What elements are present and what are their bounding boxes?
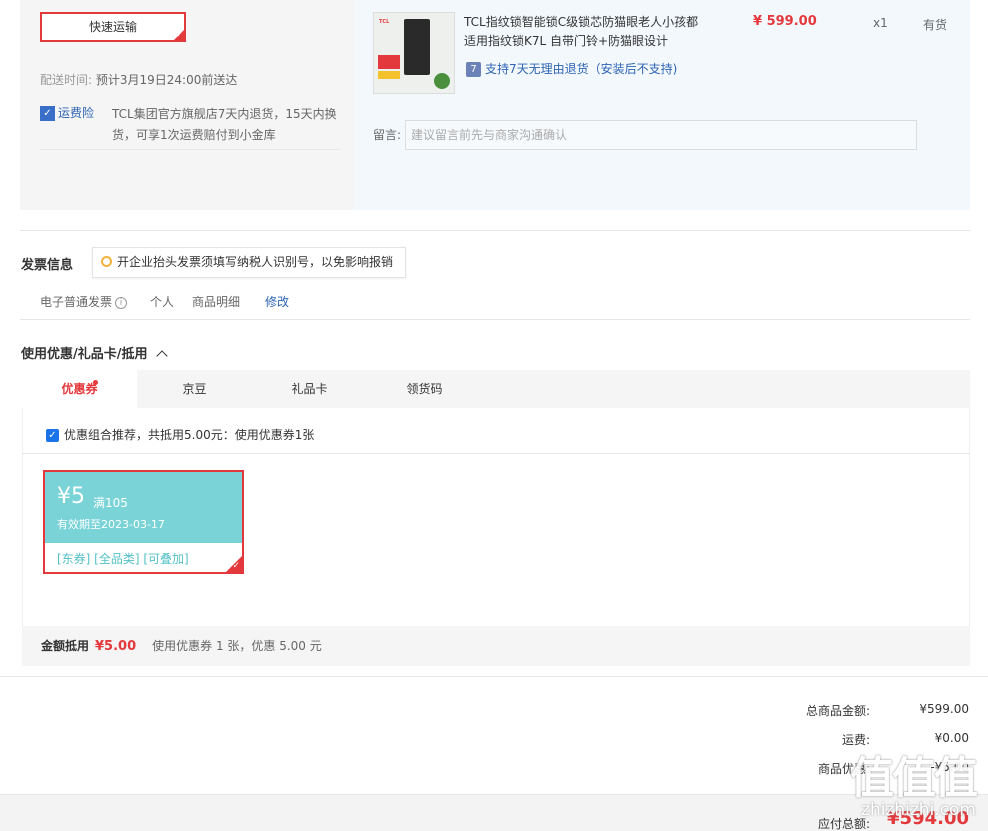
delivery-time-value: 预计3月19日24:00前送达 [95,73,238,87]
note-label: 留言: [373,128,402,142]
promo-tag-image [378,55,400,69]
note-input[interactable]: 建议留言前先与商家沟通确认 [405,120,917,150]
coupon-expiry: 有效期至2023-03-17 [57,518,165,531]
summary-amount: ¥5.00 [95,639,137,654]
shield-icon: ✓ [40,106,55,121]
product-title[interactable]: TCL指纹锁智能锁C级锁芯防猫眼老人小孩都 适用指纹锁K7L 自带门铃+防猫眼设… [464,13,714,51]
divider [22,453,970,454]
watermark-logo: 值值值 [850,753,978,804]
insurance-desc-line1: TCL集团官方旗舰店7天内退货，15天内换 [112,107,337,121]
invoice-tip-text: 开企业抬头发票须填写纳税人识别号，以免影响报销 [117,255,394,269]
shipping-insurance[interactable]: ✓ 运费险 [40,104,94,121]
summary-label: 金额抵用 [41,639,90,653]
summary-desc: 使用优惠券 1 张，优惠 5.00 元 [152,639,322,653]
product-stock: 有货 [923,18,948,32]
lightbulb-icon [101,256,112,267]
tab-jingdou[interactable]: 京豆 [137,370,252,408]
shipping-method-label: 快速运输 [88,20,137,34]
invoice-content: 商品明细 [192,295,241,309]
check-icon: ✓ [176,30,183,39]
coupon-section-title: 使用优惠/礼品卡/抵用 [21,347,148,362]
delivery-time-label: 配送时间: [40,73,93,87]
invoice-type: 电子普通发票 i [40,293,128,310]
combo-recommend[interactable]: ✓ 优惠组合推荐，共抵用5.00元：使用优惠券1张 [46,426,314,443]
goods-total-value: ¥599.00 [919,702,969,716]
new-dot-badge [93,380,98,385]
check-icon: ✓ [232,561,240,571]
coupon-condition: 满105 [93,496,128,510]
shipping-fee-label: 运费: [841,733,870,747]
product-quantity: x1 [873,16,888,30]
info-icon[interactable]: i [115,296,128,309]
return-policy: 7 支持7天无理由退货（安装后不支持) [466,60,677,77]
coupon-amount: ¥5 [57,484,85,509]
product-title-line2[interactable]: 适用指纹锁K7L 自带门铃+防猫眼设计 [464,32,714,51]
divider [40,149,340,150]
insurance-desc-line2: 货，可享1次运费赔付到小金库 [112,128,276,142]
payable-label: 应付总额: [817,817,870,831]
discount-label: 商品优惠: [817,762,870,776]
coupon-tabs: 优惠券 京豆 礼品卡 领货码 [22,370,970,408]
combo-text: 优惠组合推荐，共抵用5.00元：使用优惠券1张 [64,428,315,442]
tab-redeem-code[interactable]: 领货码 [367,370,482,408]
invoice-type-text: 电子普通发票 [40,295,113,309]
goods-total-label: 总商品金额: [805,704,870,718]
insurance-desc: TCL集团官方旗舰店7天内退货，15天内换 货，可享1次运费赔付到小金库 [112,104,342,146]
product-price: ¥ 599.00 [753,14,817,29]
invoice-title: 发票信息 [21,258,74,273]
invoice-tip: 开企业抬头发票须填写纳税人识别号，以免影响报销 [92,247,406,278]
invoice-edit-link[interactable]: 修改 [265,293,289,310]
seven-day-return-icon: 7 [466,62,481,77]
product-title-line1[interactable]: TCL指纹锁智能锁C级锁芯防猫眼老人小孩都 [464,13,714,32]
shipping-method-button[interactable]: 快速运输 ✓ [40,12,186,42]
delivery-time: 配送时间: 预计3月19日24:00前送达 [40,71,237,88]
lock-image [404,19,430,75]
product-thumbnail[interactable]: TCL [373,12,455,94]
divider [0,676,988,677]
return-policy-text: 支持7天无理由退货（安装后不支持) [485,62,678,76]
tab-gift-card[interactable]: 礼品卡 [252,370,367,408]
divider [20,230,970,231]
tab-coupons-label: 优惠券 [61,382,98,396]
coupon-summary-bar: 金额抵用 ¥5.00 使用优惠券 1 张，优惠 5.00 元 [22,626,970,666]
insurance-link[interactable]: 运费险 [58,106,94,120]
watermark-site: zhizhizhi.com [861,800,976,820]
thumbnail-brand: TCL [379,19,390,25]
coupon-card[interactable]: ¥5 满105 有效期至2023-03-17 [东券] [全品类] [可叠加] … [43,470,244,574]
coupon-section-toggle[interactable]: 使用优惠/礼品卡/抵用 [21,343,168,362]
promo-tag-image [378,71,400,79]
plant-image [434,73,450,89]
tab-coupons[interactable]: 优惠券 [22,370,137,408]
coupon-tags: [东券] [全品类] [可叠加] [57,552,189,566]
combo-checkbox[interactable]: ✓ [46,429,59,442]
divider [20,319,970,320]
chevron-up-icon[interactable] [156,350,168,362]
checkout-page: 快速运输 ✓ 配送时间: 预计3月19日24:00前送达 ✓ 运费险 TCL集团官… [0,0,988,831]
invoice-holder: 个人 [150,295,175,309]
